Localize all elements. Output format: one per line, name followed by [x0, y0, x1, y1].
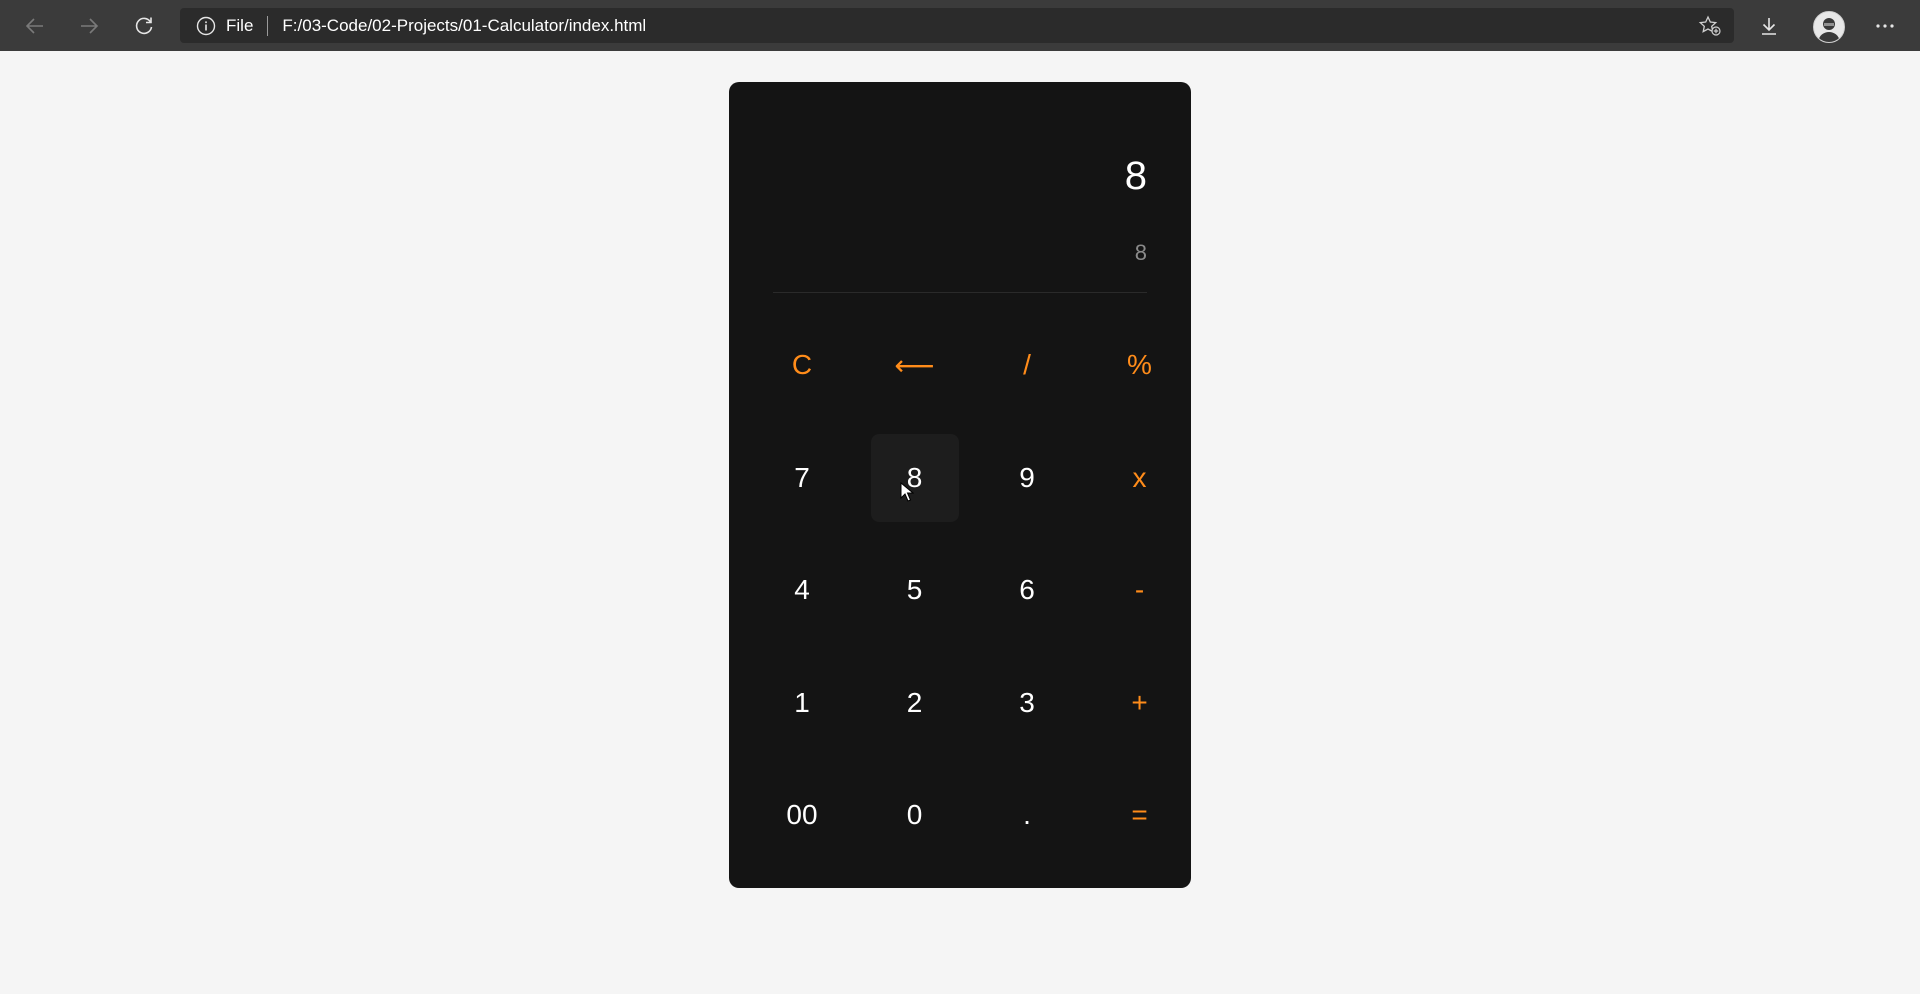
- key-digit-6-button[interactable]: 6: [983, 546, 1071, 634]
- key-digit-1-button[interactable]: 1: [758, 659, 846, 747]
- address-scheme: File: [226, 15, 254, 35]
- key-divide-button[interactable]: /: [983, 321, 1071, 409]
- key-digit-3-button[interactable]: 3: [983, 659, 1071, 747]
- key-digit-7-button[interactable]: 7: [758, 434, 846, 522]
- key-digit-9-button[interactable]: 9: [983, 434, 1071, 522]
- key-clear-button[interactable]: C: [758, 321, 846, 409]
- key-digit-0-button[interactable]: 0: [871, 771, 959, 859]
- mouse-cursor-icon: [900, 482, 914, 502]
- key-digit-8-button[interactable]: 8: [870, 433, 959, 522]
- key-digit-5-button[interactable]: 5: [871, 546, 959, 634]
- browser-toolbar: File F:/03-Code/02-Projects/01-Calculato…: [0, 0, 1920, 51]
- key-digit-00-button[interactable]: 00: [758, 771, 846, 859]
- calculator: 8 8 C ⟵ /% 7 8 9 x 4 5 6-1 2 3 +00 0. =: [729, 82, 1191, 888]
- download-icon[interactable]: [1750, 7, 1788, 45]
- key-subtract-button[interactable]: -: [1096, 546, 1184, 634]
- address-url[interactable]: F:/03-Code/02-Projects/01-Calculator/ind…: [282, 16, 646, 36]
- forward-arrow-icon[interactable]: [70, 7, 108, 45]
- key-equals-button[interactable]: =: [1096, 771, 1184, 859]
- info-icon[interactable]: [196, 16, 216, 36]
- address-divider: [267, 15, 269, 36]
- back-arrow-icon[interactable]: [16, 7, 54, 45]
- key-decimal-button[interactable]: .: [983, 771, 1071, 859]
- key-digit-4-button[interactable]: 4: [758, 546, 846, 634]
- display-result: 8: [1124, 154, 1147, 198]
- key-add-button[interactable]: +: [1096, 659, 1184, 747]
- key-digit-2-button[interactable]: 2: [871, 659, 959, 747]
- add-favorite-icon[interactable]: [1698, 15, 1722, 42]
- key-multiply-button[interactable]: x: [1096, 434, 1184, 522]
- display-expression: 8: [1134, 240, 1147, 265]
- more-menu-icon[interactable]: [1866, 7, 1904, 45]
- refresh-icon[interactable]: [125, 7, 163, 45]
- address-bar[interactable]: File F:/03-Code/02-Projects/01-Calculato…: [180, 8, 1734, 43]
- key-backspace-button[interactable]: ⟵: [871, 321, 959, 409]
- key-percent-button[interactable]: %: [1096, 321, 1184, 409]
- avatar[interactable]: [1813, 11, 1845, 43]
- calculator-display: 8 8: [773, 82, 1147, 293]
